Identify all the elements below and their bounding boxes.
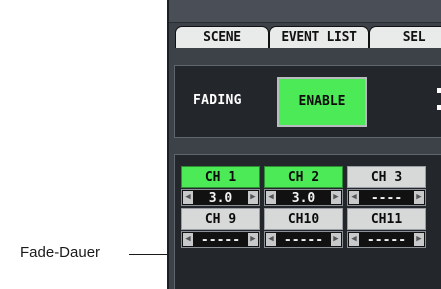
divider-marks bbox=[437, 88, 441, 116]
channel-button-ch2[interactable]: CH 2 bbox=[264, 166, 343, 188]
channel-button-ch10[interactable]: CH10 bbox=[264, 208, 343, 230]
fade-duration-callout-label: Fade-Dauer bbox=[20, 244, 101, 261]
arrow-left-icon[interactable]: ◀ bbox=[183, 233, 193, 246]
fade-time-field-ch3[interactable]: ◀ ---- ▶ bbox=[347, 189, 426, 206]
fade-time-field-ch9[interactable]: ◀ ----- ▶ bbox=[181, 231, 260, 248]
arrow-right-icon[interactable]: ▶ bbox=[248, 191, 258, 204]
channel-button-ch9[interactable]: CH 9 bbox=[181, 208, 260, 230]
tab-event-list[interactable]: EVENT LIST bbox=[269, 26, 369, 48]
arrow-left-icon[interactable]: ◀ bbox=[349, 191, 359, 204]
tab-scene[interactable]: SCENE bbox=[175, 26, 269, 48]
tab-bar: SCENE EVENT LIST SEL bbox=[171, 26, 441, 48]
channel-button-ch3[interactable]: CH 3 bbox=[347, 166, 426, 188]
tab-sel[interactable]: SEL bbox=[369, 26, 441, 48]
fade-time-field-ch10[interactable]: ◀ ----- ▶ bbox=[264, 231, 343, 248]
arrow-left-icon[interactable]: ◀ bbox=[266, 233, 276, 246]
fade-time-value: ----- bbox=[200, 233, 241, 248]
arrow-right-icon[interactable]: ▶ bbox=[248, 233, 258, 246]
fade-time-value: ---- bbox=[370, 191, 403, 206]
scene-panel: SCENE EVENT LIST SEL FADING ENABLE CH 1 … bbox=[167, 0, 441, 289]
fade-time-field-ch1[interactable]: ◀ 3.0 ▶ bbox=[181, 189, 260, 206]
channel-button-ch1[interactable]: CH 1 bbox=[181, 166, 260, 188]
arrow-right-icon[interactable]: ▶ bbox=[331, 233, 341, 246]
arrow-left-icon[interactable]: ◀ bbox=[349, 233, 359, 246]
fading-section: FADING ENABLE bbox=[174, 65, 441, 138]
channel-button-ch11[interactable]: CH11 bbox=[347, 208, 426, 230]
channel-grid: CH 1 CH 2 CH 3 ◀ 3.0 ▶ ◀ 3.0 ▶ ◀ ---- ▶ … bbox=[174, 154, 441, 289]
fading-enable-button[interactable]: ENABLE bbox=[277, 77, 367, 127]
arrow-left-icon[interactable]: ◀ bbox=[266, 191, 276, 204]
arrow-left-icon[interactable]: ◀ bbox=[183, 191, 193, 204]
fade-time-value: 3.0 bbox=[291, 191, 316, 206]
arrow-right-icon[interactable]: ▶ bbox=[414, 233, 424, 246]
fade-time-value: 3.0 bbox=[208, 191, 233, 206]
arrow-right-icon[interactable]: ▶ bbox=[331, 191, 341, 204]
fade-time-field-ch2[interactable]: ◀ 3.0 ▶ bbox=[264, 189, 343, 206]
fading-label: FADING bbox=[193, 93, 242, 108]
fade-time-value: ----- bbox=[283, 233, 324, 248]
top-strip bbox=[169, 0, 441, 23]
fade-time-value: ----- bbox=[366, 233, 407, 248]
fade-time-field-ch11[interactable]: ◀ ----- ▶ bbox=[347, 231, 426, 248]
arrow-right-icon[interactable]: ▶ bbox=[414, 191, 424, 204]
